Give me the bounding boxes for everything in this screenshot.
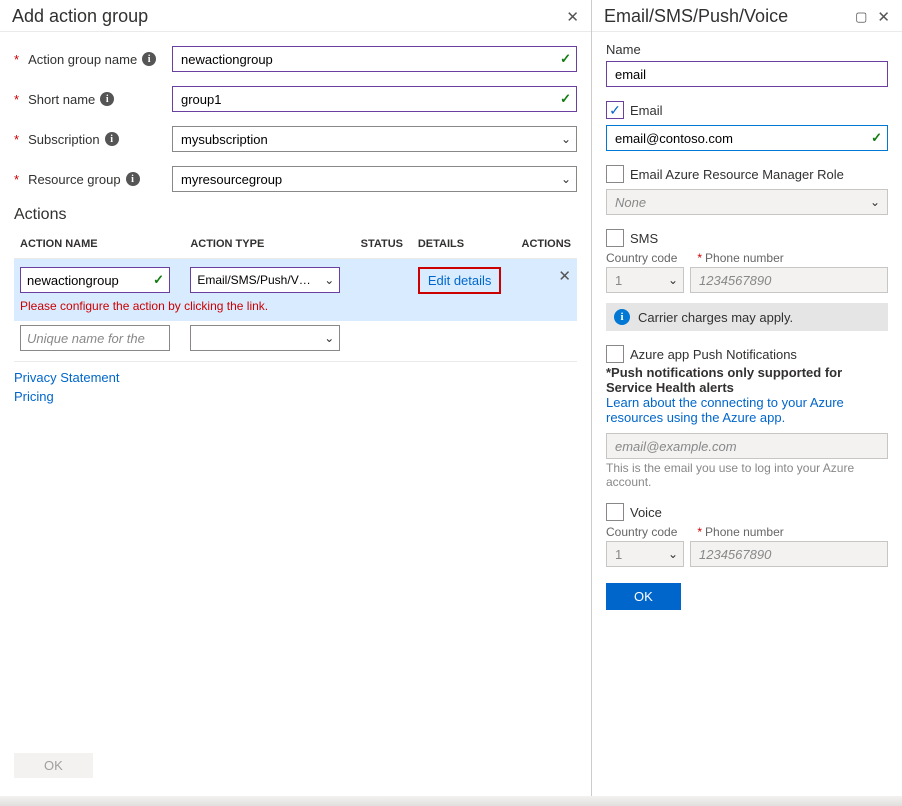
col-actions: ACTIONS: [512, 230, 577, 259]
info-icon[interactable]: i: [105, 132, 119, 146]
action-group-name-label: Action group name i: [14, 52, 172, 67]
push-helper: This is the email you use to log into yo…: [606, 461, 888, 489]
info-icon: i: [614, 309, 630, 325]
left-header: Add action group ✕: [0, 0, 591, 32]
resource-group-select[interactable]: [172, 166, 577, 192]
col-details: DETAILS: [412, 230, 513, 259]
delete-icon[interactable]: ✕: [558, 268, 571, 285]
push-note: *Push notifications only supported for S…: [606, 365, 888, 395]
new-action-type-select[interactable]: [190, 325, 340, 351]
right-header: Email/SMS/Push/Voice ▢ ✕: [592, 0, 902, 32]
country-code-label: Country code: [606, 525, 677, 539]
voice-phone-input[interactable]: [690, 541, 888, 567]
name-input[interactable]: [606, 61, 888, 87]
ok-button[interactable]: OK: [606, 583, 681, 610]
scrollbar-stub: [0, 796, 902, 806]
resource-group-label: Resource group i: [14, 172, 172, 187]
new-action-name-input[interactable]: [20, 325, 170, 351]
action-type-select[interactable]: [190, 267, 340, 293]
table-row: ✓ ⌄ Edit details: [14, 259, 577, 299]
action-name-input[interactable]: [20, 267, 170, 293]
email-sms-push-voice-panel: Email/SMS/Push/Voice ▢ ✕ Name ✓ Email ✓ …: [592, 0, 902, 796]
table-row: ⌄: [14, 321, 577, 355]
voice-label: Voice: [630, 505, 662, 520]
arm-role-checkbox[interactable]: ✓: [606, 165, 624, 183]
short-name-input[interactable]: [172, 86, 577, 112]
push-label: Azure app Push Notifications: [630, 347, 797, 362]
arm-role-label: Email Azure Resource Manager Role: [630, 167, 844, 182]
info-icon[interactable]: i: [100, 92, 114, 106]
email-checkbox[interactable]: ✓: [606, 101, 624, 119]
sms-country-code-select[interactable]: [606, 267, 684, 293]
country-code-label: Country code: [606, 251, 677, 265]
checkmark-icon: ✓: [871, 130, 882, 146]
short-name-label: Short name i: [14, 92, 172, 107]
voice-country-code-select[interactable]: [606, 541, 684, 567]
checkmark-icon: ✓: [560, 91, 571, 107]
phone-number-label: Phone number: [697, 525, 783, 539]
carrier-note: i Carrier charges may apply.: [606, 303, 888, 331]
sms-checkbox[interactable]: ✓: [606, 229, 624, 247]
add-action-group-panel: Add action group ✕ Action group name i ✓…: [0, 0, 592, 796]
name-label: Name: [606, 42, 888, 57]
sms-phone-input[interactable]: [690, 267, 888, 293]
close-icon[interactable]: ✕: [566, 8, 579, 26]
edit-details-link[interactable]: Edit details: [418, 267, 502, 294]
col-status: STATUS: [355, 230, 412, 259]
checkmark-icon: ✓: [560, 51, 571, 67]
email-input[interactable]: [606, 125, 888, 151]
info-icon[interactable]: i: [126, 172, 140, 186]
pricing-link[interactable]: Pricing: [14, 389, 577, 404]
push-email-input[interactable]: [606, 433, 888, 459]
left-title: Add action group: [12, 6, 148, 27]
push-learn-link[interactable]: Learn about the connecting to your Azure…: [606, 395, 888, 425]
phone-number-label: Phone number: [697, 251, 783, 265]
action-group-name-input[interactable]: [172, 46, 577, 72]
col-action-type: ACTION TYPE: [184, 230, 354, 259]
actions-heading: Actions: [14, 206, 577, 224]
checkmark-icon: ✓: [153, 272, 164, 288]
right-title: Email/SMS/Push/Voice: [604, 6, 788, 27]
privacy-link[interactable]: Privacy Statement: [14, 370, 577, 385]
sms-label: SMS: [630, 231, 658, 246]
ok-button[interactable]: OK: [14, 753, 93, 778]
push-checkbox[interactable]: ✓: [606, 345, 624, 363]
subscription-select[interactable]: [172, 126, 577, 152]
close-icon[interactable]: ✕: [877, 8, 890, 26]
table-row-warning: Please configure the action by clicking …: [14, 298, 577, 321]
config-warning: Please configure the action by clicking …: [20, 299, 268, 313]
maximize-icon[interactable]: ▢: [855, 9, 867, 25]
subscription-label: Subscription i: [14, 132, 172, 147]
arm-role-select[interactable]: [606, 189, 888, 215]
email-label: Email: [630, 103, 663, 118]
voice-checkbox[interactable]: ✓: [606, 503, 624, 521]
info-icon[interactable]: i: [142, 52, 156, 66]
col-action-name: ACTION NAME: [14, 230, 184, 259]
actions-table: ACTION NAME ACTION TYPE STATUS DETAILS A…: [14, 230, 577, 355]
